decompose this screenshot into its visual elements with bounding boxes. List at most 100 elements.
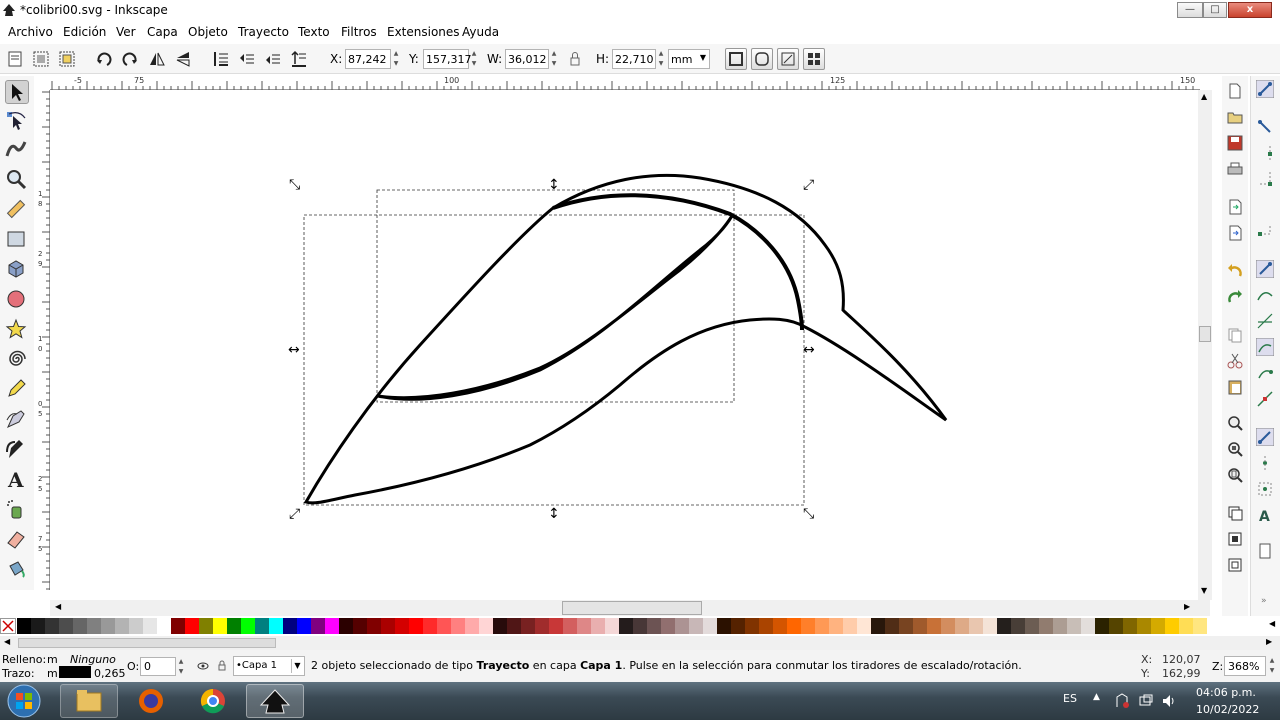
color-swatch[interactable] [451, 618, 465, 634]
unit-select[interactable]: mm ▼ [668, 49, 710, 69]
color-swatch[interactable] [17, 618, 31, 634]
width-spinner[interactable]: ▲ ▼ [549, 49, 559, 69]
snapbar-more-icon[interactable]: » [1261, 596, 1267, 606]
action-center-icon[interactable] [1114, 693, 1130, 709]
color-swatch[interactable] [507, 618, 521, 634]
color-swatch[interactable] [717, 618, 731, 634]
color-swatch[interactable] [1095, 618, 1109, 634]
scroll-left-icon[interactable]: ◀ [4, 637, 10, 646]
opacity-field[interactable]: 0 [140, 657, 176, 676]
color-swatch[interactable] [955, 618, 969, 634]
paste-icon[interactable] [1226, 378, 1244, 396]
color-swatch[interactable] [143, 618, 157, 634]
calligraphy-tool[interactable] [5, 438, 29, 462]
y-field[interactable]: 157,317 [423, 49, 472, 69]
scroll-left-icon[interactable]: ◀ [55, 602, 61, 611]
text-tool[interactable]: A [5, 468, 29, 492]
eraser-tool[interactable] [5, 528, 29, 552]
pencil-tool[interactable] [5, 378, 29, 402]
scale-handle-nw[interactable]: ⤡ [289, 177, 300, 193]
color-swatch[interactable] [157, 618, 171, 634]
star-tool[interactable] [5, 318, 29, 342]
scale-corners-toggle[interactable] [751, 48, 773, 70]
palette-scroll-thumb[interactable] [18, 638, 276, 648]
menu-ayuda[interactable]: Ayuda [462, 25, 499, 39]
color-swatch[interactable] [983, 618, 997, 634]
snap-smooth-icon[interactable] [1256, 364, 1274, 382]
lock-icon[interactable] [566, 50, 584, 68]
color-swatch[interactable] [199, 618, 213, 634]
volume-icon[interactable] [1161, 693, 1177, 709]
color-swatch[interactable] [227, 618, 241, 634]
snap-others-icon[interactable] [1256, 428, 1274, 446]
x-field[interactable]: 87,242 [345, 49, 391, 69]
color-swatch[interactable] [815, 618, 829, 634]
color-swatch[interactable] [843, 618, 857, 634]
fill-none-indicator[interactable]: Ninguno [70, 653, 116, 666]
layer-select[interactable]: •Capa 1 ▼ [233, 656, 305, 676]
color-swatch[interactable] [577, 618, 591, 634]
color-swatch[interactable] [367, 618, 381, 634]
select-all-layers-icon[interactable] [32, 50, 50, 68]
color-swatch[interactable] [269, 618, 283, 634]
color-swatch[interactable] [1109, 618, 1123, 634]
snap-nodes-icon[interactable] [1256, 260, 1274, 278]
clock-time[interactable]: 04:06 p.m. [1196, 686, 1256, 699]
palette-scroll-icon[interactable]: ◀ [1269, 619, 1275, 628]
ellipse-tool[interactable] [5, 288, 29, 312]
scale-handle-n[interactable]: ↕ [548, 177, 560, 193]
menu-filtros[interactable]: Filtros [341, 25, 377, 39]
color-swatch[interactable] [45, 618, 59, 634]
clone-icon[interactable] [1226, 530, 1244, 548]
color-swatch[interactable] [1025, 618, 1039, 634]
color-swatch[interactable] [101, 618, 115, 634]
color-swatch[interactable] [773, 618, 787, 634]
explorer-taskbar-button[interactable] [60, 684, 118, 718]
color-swatch[interactable] [129, 618, 143, 634]
color-swatch[interactable] [1081, 618, 1095, 634]
color-swatch[interactable] [591, 618, 605, 634]
color-swatch[interactable] [1011, 618, 1025, 634]
color-swatch[interactable] [871, 618, 885, 634]
menu-edicion[interactable]: Edición [63, 25, 106, 39]
redo-icon[interactable] [1226, 288, 1244, 306]
zoom-tool[interactable] [5, 168, 29, 192]
scale-handle-ne[interactable]: ⤢ [803, 177, 814, 193]
eye-shape-path[interactable] [377, 213, 735, 401]
color-swatch[interactable] [745, 618, 759, 634]
color-swatch[interactable] [689, 618, 703, 634]
color-swatch[interactable] [437, 618, 451, 634]
color-swatch[interactable] [913, 618, 927, 634]
color-swatch[interactable] [283, 618, 297, 634]
color-swatch[interactable] [353, 618, 367, 634]
color-swatch[interactable] [1165, 618, 1179, 634]
scroll-up-icon[interactable]: ▲ [1201, 92, 1207, 101]
snap-midpoint-icon[interactable] [1256, 390, 1274, 408]
select-all-icon[interactable] [6, 50, 24, 68]
tweak-tool[interactable] [5, 138, 29, 162]
color-swatch[interactable] [241, 618, 255, 634]
color-swatch[interactable] [535, 618, 549, 634]
drawing-canvas[interactable]: ⤡ ↕ ⤢ ↔ ↔ ⤢ ↕ ⤡ [50, 90, 1200, 600]
inkscape-taskbar-button[interactable] [246, 684, 304, 718]
node-tool[interactable] [5, 110, 29, 134]
color-swatch[interactable] [1151, 618, 1165, 634]
color-swatch[interactable] [857, 618, 871, 634]
save-icon[interactable] [1226, 134, 1244, 152]
color-swatch[interactable] [885, 618, 899, 634]
chrome-taskbar-button[interactable] [184, 684, 242, 718]
export-icon[interactable] [1226, 224, 1244, 242]
print-icon[interactable] [1226, 160, 1244, 178]
minimize-button[interactable]: — [1177, 2, 1203, 18]
rotate-ccw-icon[interactable] [95, 50, 113, 68]
menu-objeto[interactable]: Objeto [188, 25, 228, 39]
stroke-color-swatch[interactable] [59, 666, 91, 678]
color-swatch[interactable] [605, 618, 619, 634]
color-swatch[interactable] [1137, 618, 1151, 634]
color-swatch[interactable] [325, 618, 339, 634]
color-swatch[interactable] [479, 618, 493, 634]
color-swatch[interactable] [185, 618, 199, 634]
undo-icon[interactable] [1226, 262, 1244, 280]
height-field[interactable]: 22,710 [612, 49, 656, 69]
color-swatch[interactable] [1053, 618, 1067, 634]
